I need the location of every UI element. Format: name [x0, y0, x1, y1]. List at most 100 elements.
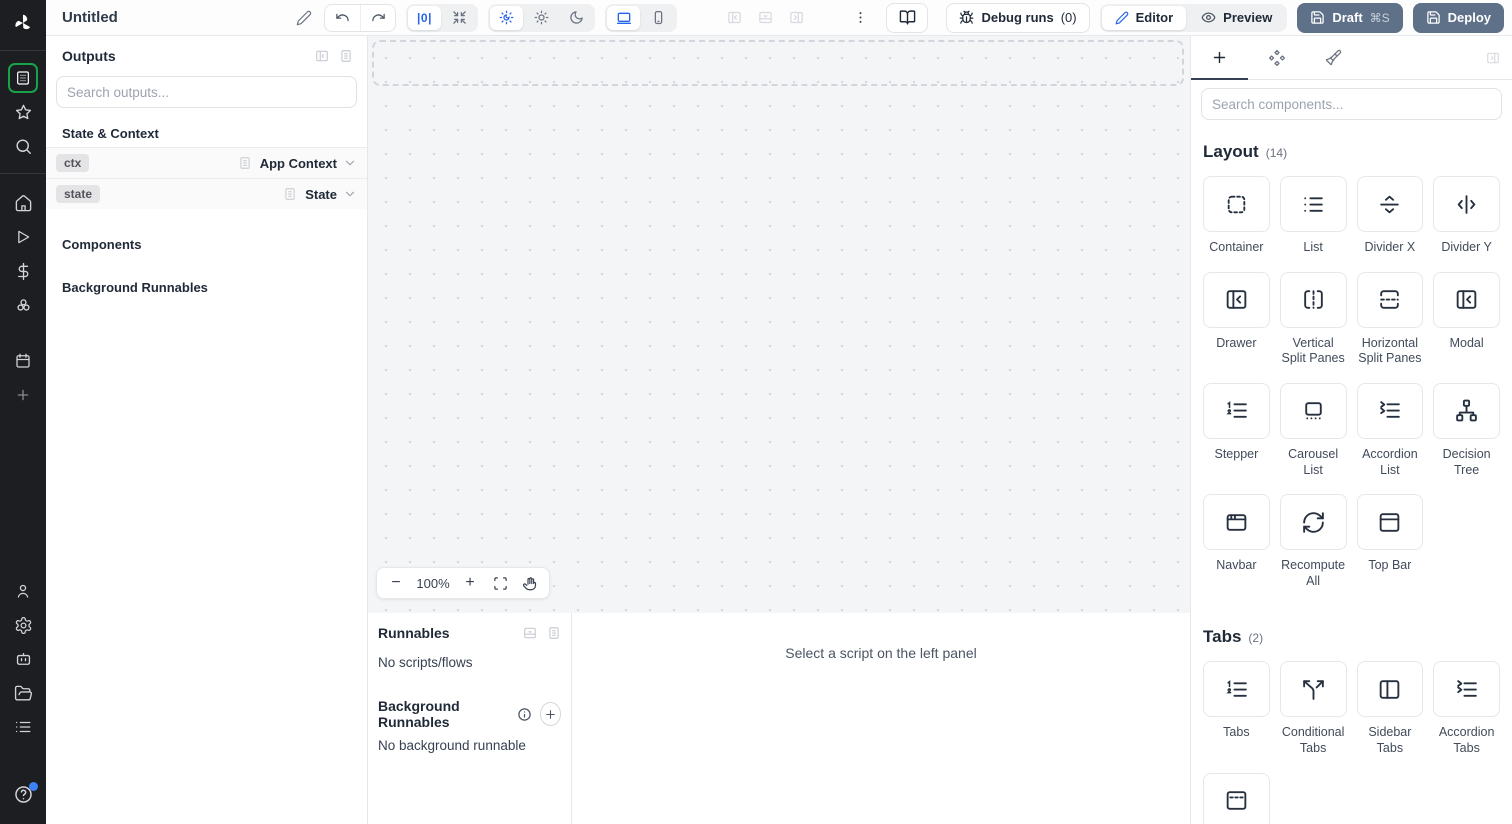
tab-theme-styling[interactable]	[1305, 36, 1362, 79]
layout-section-title: Layout	[1203, 142, 1259, 161]
center-content-button[interactable]: |0|	[408, 5, 441, 30]
draft-shortcut: ⌘S	[1369, 10, 1390, 25]
component-card-drawer[interactable]: Drawer	[1203, 271, 1270, 367]
component-card-accordion-list[interactable]: Accordion List	[1356, 382, 1424, 478]
component-card-accordion-tabs[interactable]: Accordion Tabs	[1433, 661, 1500, 756]
output-type-label: State	[305, 186, 337, 202]
fit-view-button[interactable]	[485, 569, 515, 597]
sidebar-item-variables[interactable]	[0, 254, 46, 288]
tab-component-tree[interactable]	[1248, 36, 1305, 79]
undo-button[interactable]	[325, 5, 360, 31]
device-toggle-group	[605, 3, 677, 32]
sidebar-item-users[interactable]	[0, 574, 46, 608]
component-card-carousel-list[interactable]: Carousel List	[1279, 382, 1347, 478]
sidebar-item-workers[interactable]	[0, 642, 46, 676]
outputs-doc-icon[interactable]	[339, 49, 353, 63]
redo-button[interactable]	[360, 4, 395, 31]
sidebar-item-schedules[interactable]	[0, 344, 46, 378]
component-card-container[interactable]: Container	[1203, 176, 1270, 256]
zoom-in-button[interactable]: +	[455, 569, 485, 597]
app-canvas[interactable]: − 100% +	[368, 36, 1190, 613]
divider-x-icon	[1356, 176, 1424, 232]
vertical-split-panes-icon	[1279, 271, 1347, 328]
theme-light-button[interactable]	[525, 6, 558, 30]
output-row-ctx[interactable]: ctx App Context	[46, 147, 367, 178]
info-icon[interactable]	[517, 707, 532, 722]
canvas-drop-zone[interactable]	[372, 40, 1184, 86]
background-runnables-title: Background Runnables	[378, 698, 460, 730]
runnables-panel: Runnables No scripts/flows Background Ru…	[368, 613, 572, 824]
component-card-sidebar-tabs[interactable]: Sidebar Tabs	[1356, 661, 1424, 756]
divider-y-icon	[1433, 176, 1500, 232]
component-card-partial[interactable]	[1203, 772, 1270, 824]
tabs-section-count: (2)	[1248, 631, 1264, 646]
tab-editor[interactable]: Editor	[1101, 5, 1187, 30]
canvas-zoom-toolbar: − 100% +	[376, 567, 550, 599]
debug-runs-button[interactable]: Debug runs (0)	[946, 2, 1090, 33]
sidebar-item-folders[interactable]	[0, 676, 46, 710]
expand-canvas-button[interactable]	[443, 6, 476, 30]
collapse-runnables-icon[interactable]	[523, 626, 537, 640]
deploy-button[interactable]: Deploy	[1412, 2, 1505, 33]
sidebar-item-add[interactable]	[0, 378, 46, 412]
sidebar-item-settings[interactable]	[0, 608, 46, 642]
component-card-divider-x[interactable]: Divider X	[1356, 176, 1424, 256]
sidebar-item-favorites[interactable]	[0, 95, 46, 129]
pan-tool-button[interactable]	[515, 569, 545, 597]
component-card-horizontal-split-panes[interactable]: Horizontal Split Panes	[1356, 271, 1424, 367]
component-card-conditional-tabs[interactable]: Conditional Tabs	[1279, 661, 1347, 756]
component-card-stepper[interactable]: Stepper	[1203, 382, 1270, 478]
editor-label: Editor	[1135, 10, 1174, 25]
json-doc-icon[interactable]	[238, 156, 252, 170]
chevron-down-icon[interactable]	[343, 156, 357, 170]
json-doc-icon[interactable]	[283, 187, 297, 201]
component-card-tabs[interactable]: Tabs	[1203, 661, 1270, 756]
component-card-divider-y[interactable]: Divider Y	[1433, 176, 1500, 256]
tab-insert-component[interactable]	[1191, 36, 1248, 80]
sidebar-item-home[interactable]	[0, 186, 46, 220]
docs-button[interactable]	[886, 2, 929, 33]
edit-title-pencil-icon[interactable]	[296, 10, 312, 26]
toggle-left-panel-icon[interactable]	[727, 10, 742, 25]
sidebar-item-search[interactable]	[0, 129, 46, 163]
component-card-recompute-all[interactable]: Recompute All	[1279, 494, 1347, 589]
component-card-decision-tree[interactable]: Decision Tree	[1433, 382, 1500, 478]
sidebar-item-logs[interactable]	[0, 710, 46, 744]
collapse-outputs-icon[interactable]	[315, 49, 329, 63]
top-bar-icon	[1356, 494, 1424, 551]
search-outputs-input[interactable]	[56, 76, 357, 108]
component-card-navbar[interactable]: Navbar	[1203, 494, 1270, 589]
stepper-icon	[1203, 382, 1270, 439]
app-root: Untitled |0| Debug runs (0) Editor Previ…	[0, 0, 1512, 824]
collapse-components-panel-icon[interactable]	[1486, 36, 1500, 79]
toggle-bottom-panel-icon[interactable]	[758, 10, 773, 25]
sidebar-item-apps[interactable]	[8, 63, 38, 93]
theme-auto-button[interactable]	[490, 5, 523, 30]
accordion-tabs-icon	[1433, 661, 1500, 718]
debug-runs-label: Debug runs	[981, 10, 1054, 25]
desktop-view-button[interactable]	[607, 5, 640, 30]
add-background-runnable-button[interactable]	[540, 702, 561, 726]
mobile-view-button[interactable]	[642, 6, 675, 30]
tabs-icon	[1203, 661, 1270, 718]
list-icon	[1279, 176, 1347, 232]
help-button[interactable]	[13, 782, 38, 810]
search-components-input[interactable]	[1201, 88, 1502, 120]
runnables-doc-icon[interactable]	[547, 626, 561, 640]
component-card-top-bar[interactable]: Top Bar	[1356, 494, 1424, 589]
sidebar-item-resources[interactable]	[0, 288, 46, 322]
component-card-modal[interactable]: Modal	[1433, 271, 1500, 367]
output-row-state[interactable]: state State	[46, 178, 367, 209]
draft-button[interactable]: Draft ⌘S	[1297, 2, 1403, 33]
notification-dot	[28, 782, 38, 791]
tab-preview[interactable]: Preview	[1188, 6, 1285, 30]
zoom-out-button[interactable]: −	[381, 569, 411, 597]
component-card-vertical-split-panes[interactable]: Vertical Split Panes	[1279, 271, 1347, 367]
sidebar-item-runs[interactable]	[0, 220, 46, 254]
theme-dark-button[interactable]	[560, 6, 593, 30]
component-card-list[interactable]: List	[1279, 176, 1347, 256]
chevron-down-icon[interactable]	[343, 187, 357, 201]
more-menu-button[interactable]	[853, 10, 868, 25]
toggle-right-panel-icon[interactable]	[789, 10, 804, 25]
windmill-logo-icon[interactable]	[0, 0, 46, 46]
